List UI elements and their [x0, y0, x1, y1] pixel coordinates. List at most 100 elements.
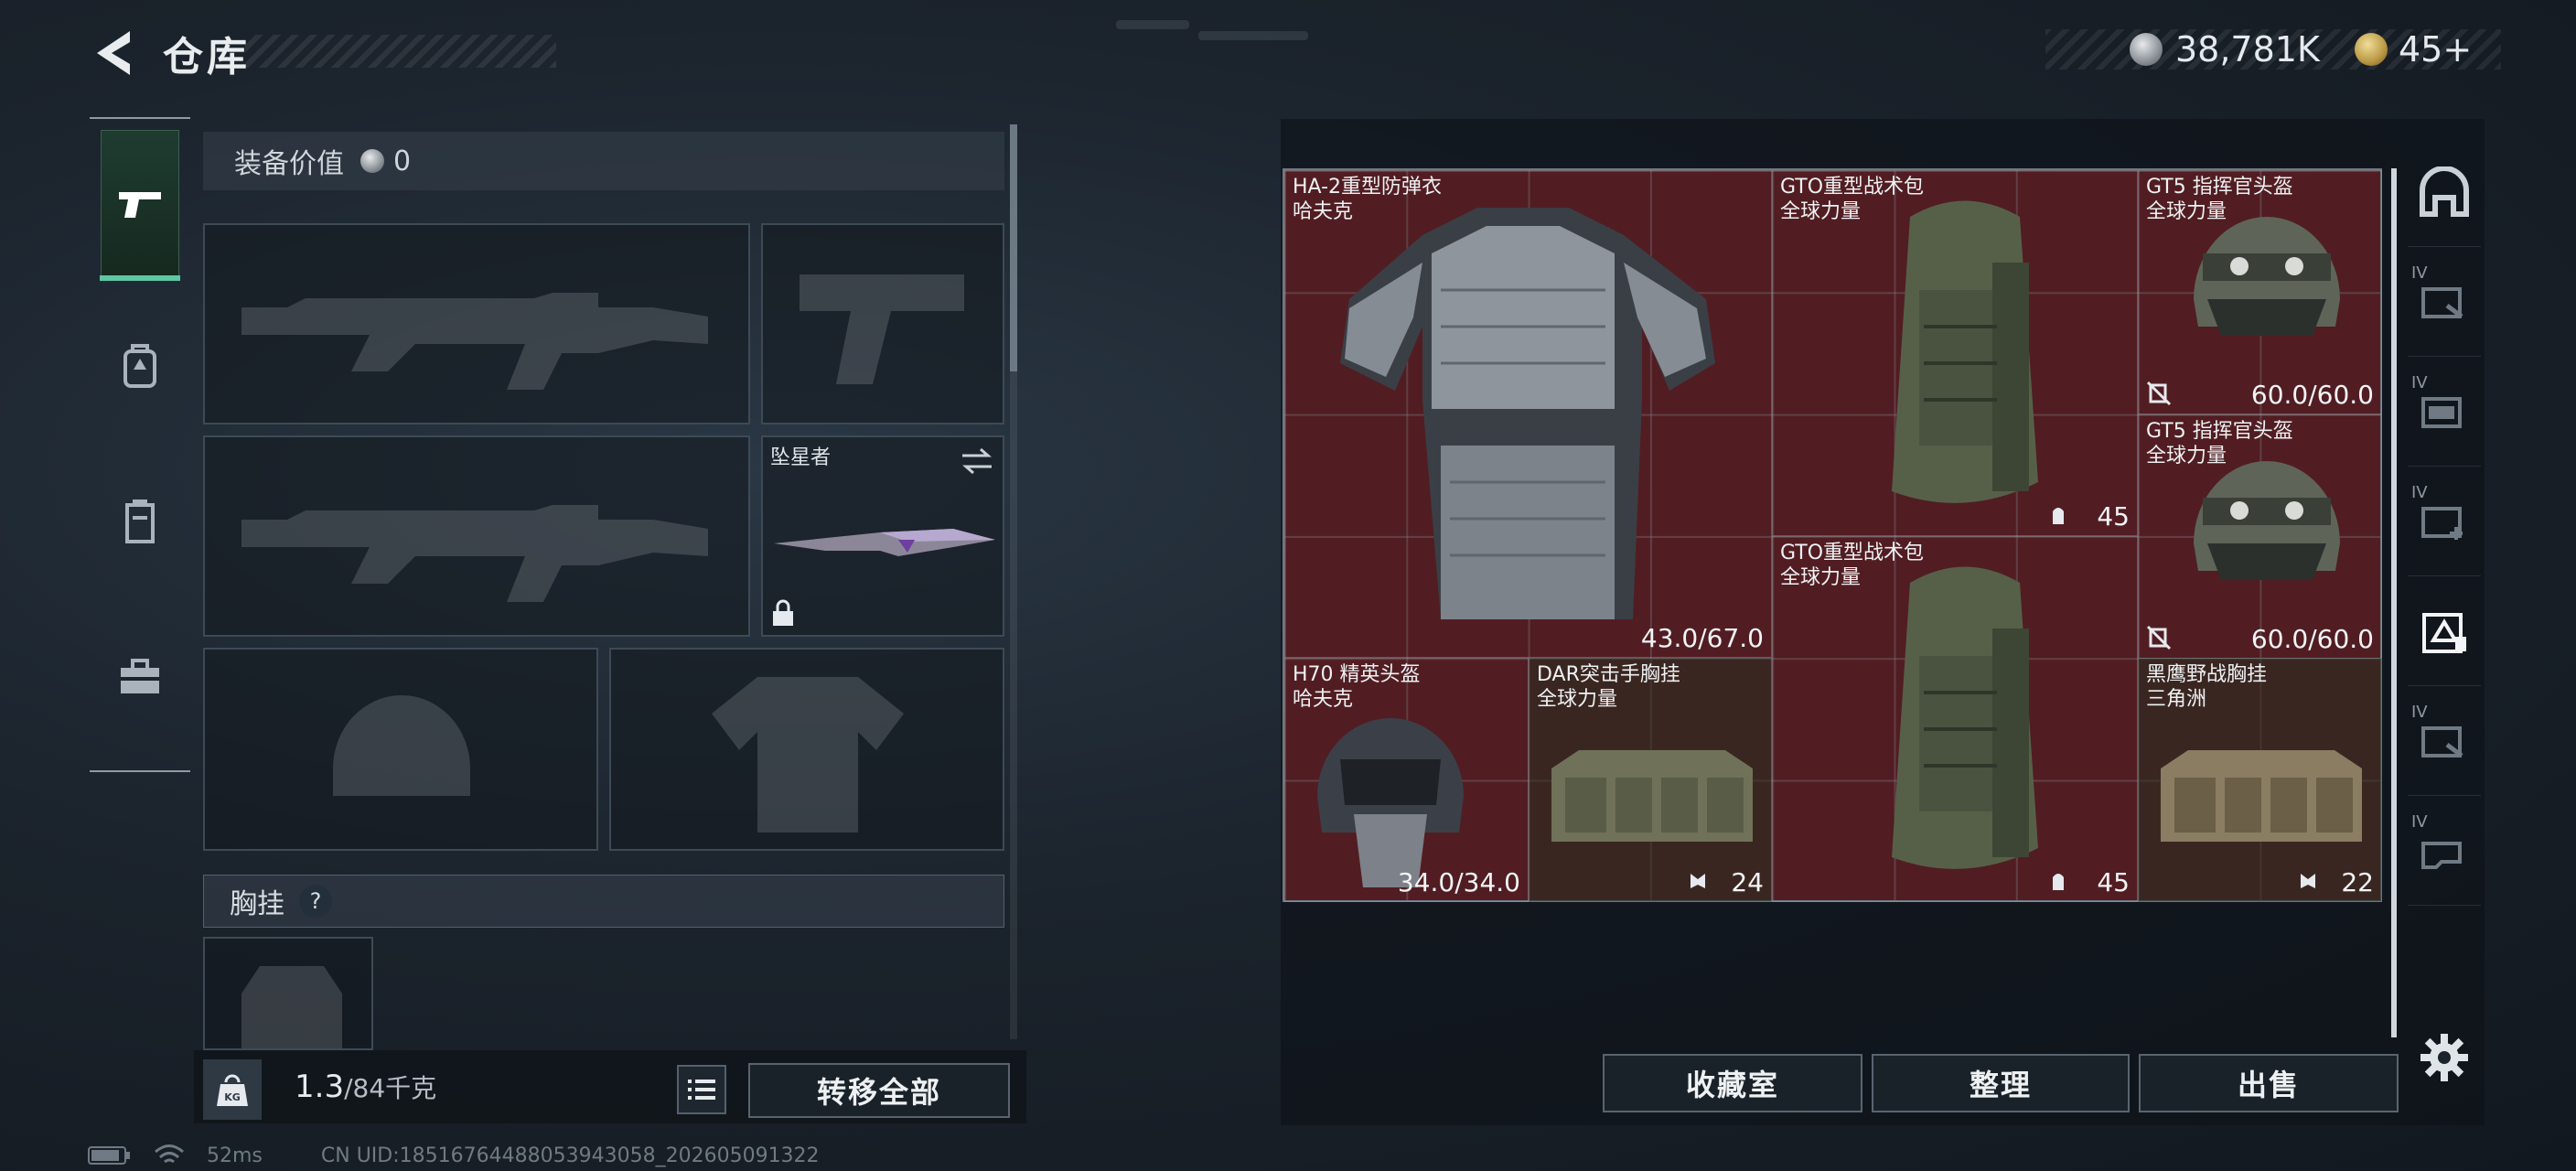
nav-item-toolbox[interactable]: [101, 604, 179, 750]
storage-tab-3-icon: [2421, 506, 2463, 540]
body-armor-slot[interactable]: [609, 648, 1004, 851]
transfer-all-button[interactable]: 转移全部: [748, 1063, 1010, 1118]
storage-item-chest-rig[interactable]: DAR突击手胸挂 全球力量 24: [1529, 658, 1772, 902]
capacity-value: 45: [2097, 867, 2130, 897]
helmet-image: [2194, 217, 2340, 336]
silver-currency-value: 38,781K: [2175, 29, 2320, 70]
item-name: DAR突击手胸挂 全球力量: [1537, 663, 1680, 711]
capacity-icon: [2053, 508, 2064, 524]
durability-value: 34.0/34.0: [1397, 867, 1520, 897]
background-decoration: [1116, 20, 1189, 29]
weight-button[interactable]: KG: [203, 1059, 262, 1120]
equipment-value-bar: 装备价值 0: [203, 132, 1004, 190]
list-icon: [688, 1080, 715, 1100]
knife-icon: [774, 529, 995, 556]
capacity-icon: [1690, 874, 1705, 888]
equipment-value-label: 装备价值: [234, 148, 344, 180]
storage-tab-1-icon: [2421, 286, 2463, 318]
tab-storage-3[interactable]: IV: [2408, 467, 2481, 576]
tab-level-label: IV: [2411, 483, 2428, 502]
backpack-icon: [123, 344, 156, 388]
item-name: 黑鹰野战胸挂 三角洲: [2146, 663, 2268, 711]
tab-safehouse[interactable]: [2408, 137, 2481, 247]
loadout-scrollbar[interactable]: [1010, 124, 1017, 1039]
no-repair-icon: [2146, 625, 2172, 650]
storage-item-armor[interactable]: HA-2重型防弹衣 哈夫克 43.0/67.0: [1284, 170, 1772, 658]
help-button[interactable]: ?: [299, 885, 332, 918]
tab-level-label: IV: [2411, 812, 2428, 832]
storage-scrollbar[interactable]: [2391, 168, 2397, 1037]
storage-item-helmet[interactable]: GT5 指挥官头盔 全球力量 60.0/60.0: [2138, 170, 2382, 414]
gold-currency-value[interactable]: 45+: [2399, 29, 2472, 70]
equipment-value: 0: [393, 145, 412, 177]
armor-silhouette-icon: [712, 677, 904, 833]
list-view-button[interactable]: [677, 1065, 726, 1114]
storage-grid: HA-2重型防弹衣 哈夫克 43.0/67.0 GTO重型战术包 全球力量 45…: [1283, 168, 2382, 902]
back-arrow-icon[interactable]: [88, 26, 143, 81]
pistol-silhouette-icon: [800, 274, 964, 384]
durability-value: 43.0/67.0: [1640, 623, 1764, 653]
primary-weapon-slot[interactable]: [203, 223, 750, 424]
vest-silhouette-icon: [242, 966, 342, 1048]
primary-weapon-slot-2[interactable]: [203, 435, 750, 637]
storage-item-chest-rig[interactable]: 黑鹰野战胸挂 三角洲 22: [2138, 658, 2382, 902]
no-repair-icon: [2146, 381, 2172, 406]
tab-storage-6[interactable]: IV: [2408, 796, 2481, 906]
melee-item-name: 坠星者: [770, 446, 832, 469]
storage-tab-2-icon: [2421, 396, 2462, 428]
chest-rig-label: 胸挂: [230, 888, 284, 920]
capacity-icon: [2053, 874, 2064, 890]
secondary-weapon-slot[interactable]: [761, 223, 1004, 424]
helmet-image: [1317, 718, 1464, 887]
capacity-value: 22: [2341, 867, 2374, 897]
capacity-icon: [2301, 874, 2315, 888]
storage-tab-5-icon: [2421, 725, 2463, 757]
title-decoration: [245, 35, 556, 68]
ping-value: 52ms: [207, 1144, 263, 1167]
background-decoration: [1198, 31, 1308, 40]
swap-icon[interactable]: [961, 446, 993, 476]
storage-item-backpack[interactable]: GTO重型战术包 全球力量 45: [1772, 170, 2138, 536]
storage-item-helmet[interactable]: GT5 指挥官头盔 全球力量 60.0/60.0: [2138, 414, 2382, 659]
nav-item-backpack[interactable]: [101, 293, 179, 439]
rifle-silhouette-icon: [242, 293, 708, 390]
nav-item-locker[interactable]: [101, 448, 179, 595]
tab-storage-2[interactable]: IV: [2408, 357, 2481, 467]
safehouse-icon: [2420, 166, 2469, 217]
settings-gear-icon[interactable]: [2419, 1032, 2470, 1083]
storage-item-helmet[interactable]: H70 精英头盔 哈夫克 34.0/34.0: [1284, 658, 1529, 902]
helmet-slot[interactable]: [203, 648, 598, 851]
backpack-image: [1892, 566, 2038, 869]
chest-rig-image: [2161, 750, 2362, 842]
silver-coin-icon: [360, 149, 384, 173]
battery-icon: [88, 1146, 130, 1165]
weight-icon: KG: [217, 1074, 248, 1106]
locker-icon: [125, 500, 155, 543]
tab-storage-5[interactable]: IV: [2408, 686, 2481, 796]
helmet-silhouette-icon: [333, 695, 470, 796]
nav-item-weapons[interactable]: [100, 130, 180, 281]
tab-storage-1[interactable]: IV: [2408, 247, 2481, 357]
sell-button[interactable]: 出售: [2139, 1054, 2399, 1112]
weight-icon-text: KG: [224, 1091, 241, 1103]
user-id: CN UID:18516764488053943058_202605091322: [320, 1144, 820, 1167]
storage-tab-4-icon: [2422, 612, 2466, 653]
lock-icon: [773, 599, 793, 626]
sort-button[interactable]: 整理: [1872, 1054, 2130, 1112]
tab-storage-4[interactable]: [2408, 576, 2481, 686]
melee-slot[interactable]: 坠星者: [761, 435, 1004, 637]
gold-coin-icon: [2355, 33, 2388, 66]
tab-level-label: IV: [2411, 263, 2428, 283]
rifle-silhouette-icon: [242, 505, 708, 602]
storage-item-backpack[interactable]: GTO重型战术包 全球力量 45: [1772, 536, 2138, 902]
durability-value: 60.0/60.0: [2250, 380, 2374, 410]
helmet-image: [2194, 461, 2340, 580]
carry-weight: 1.3/84千克: [295, 1069, 436, 1105]
durability-value: 60.0/60.0: [2250, 624, 2374, 654]
toolbox-icon: [121, 659, 159, 693]
loadout-bottom-bar: KG 1.3/84千克 转移全部: [194, 1050, 1026, 1123]
collection-room-button[interactable]: 收藏室: [1603, 1054, 1862, 1112]
carry-weight-max: /84千克: [344, 1073, 437, 1103]
body-armor-image: [1340, 208, 1715, 619]
chest-rig-slot[interactable]: [203, 937, 373, 1050]
